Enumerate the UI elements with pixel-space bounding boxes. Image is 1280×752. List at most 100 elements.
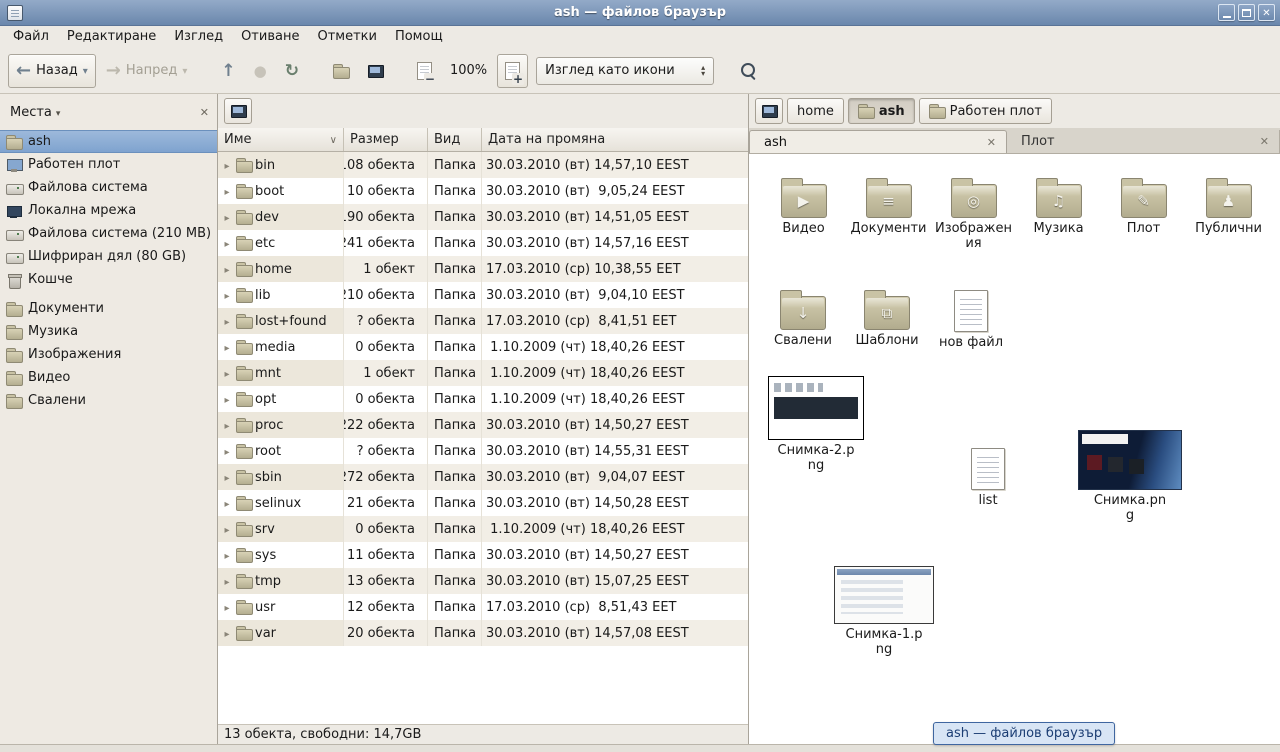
computer-button[interactable] xyxy=(359,54,391,88)
table-row[interactable]: media 0 обекта Папка 1.10.2009 (чт) 18,4… xyxy=(218,334,748,360)
up-button[interactable] xyxy=(213,54,243,88)
reload-button[interactable] xyxy=(277,54,307,88)
sidebar-place-item[interactable]: Видео xyxy=(0,366,217,389)
back-button[interactable]: Назад xyxy=(8,54,96,88)
table-row[interactable]: bin 108 обекта Папка 30.03.2010 (вт) 14,… xyxy=(218,152,748,178)
back-history-chevron-icon[interactable] xyxy=(83,63,88,78)
table-row[interactable]: mnt 1 обект Папка 1.10.2009 (чт) 18,40,2… xyxy=(218,360,748,386)
table-row[interactable]: home 1 обект Папка 17.03.2010 (ср) 10,38… xyxy=(218,256,748,282)
table-row[interactable]: srv 0 обекта Папка 1.10.2009 (чт) 18,40,… xyxy=(218,516,748,542)
file-item[interactable]: Музика xyxy=(1016,174,1101,252)
pane-root-button[interactable] xyxy=(755,98,783,124)
file-item[interactable]: Снимка.png xyxy=(1074,430,1186,524)
zoom-out-button[interactable] xyxy=(409,54,440,88)
menu-item[interactable]: Файл xyxy=(4,26,58,48)
sidebar-place-item[interactable]: Изображения xyxy=(0,343,217,366)
menu-item[interactable]: Редактиране xyxy=(58,26,165,48)
expander-icon[interactable] xyxy=(221,158,233,173)
pane-tab[interactable]: Плот xyxy=(1007,130,1280,153)
table-row[interactable]: selinux 21 обекта Папка 30.03.2010 (вт) … xyxy=(218,490,748,516)
column-header-size[interactable]: Размер xyxy=(344,128,428,151)
tab-close-button[interactable] xyxy=(1250,134,1269,149)
table-row[interactable]: var 20 обекта Папка 30.03.2010 (вт) 14,5… xyxy=(218,620,748,646)
sidebar-place-item[interactable]: Работен плот xyxy=(0,153,217,176)
file-item[interactable]: Изображения xyxy=(931,174,1016,252)
zoom-level[interactable]: 100% xyxy=(450,63,487,78)
expander-icon[interactable] xyxy=(221,340,233,355)
table-row[interactable]: sbin 272 обекта Папка 30.03.2010 (вт) 9,… xyxy=(218,464,748,490)
breadcrumb-button[interactable]: Работен плот xyxy=(919,98,1052,124)
menu-item[interactable]: Отиване xyxy=(232,26,308,48)
pane-root-button[interactable] xyxy=(224,98,252,124)
table-row[interactable]: opt 0 обекта Папка 1.10.2009 (чт) 18,40,… xyxy=(218,386,748,412)
sidebar-place-item[interactable]: Свалени xyxy=(0,389,217,412)
column-header-modified[interactable]: Дата на промяна xyxy=(482,128,748,151)
sidebar-place-item[interactable]: Музика xyxy=(0,320,217,343)
expander-icon[interactable] xyxy=(221,288,233,303)
table-row[interactable]: lib 210 обекта Папка 30.03.2010 (вт) 9,0… xyxy=(218,282,748,308)
table-row[interactable]: etc 241 обекта Папка 30.03.2010 (вт) 14,… xyxy=(218,230,748,256)
table-row[interactable]: sys 11 обекта Папка 30.03.2010 (вт) 14,5… xyxy=(218,542,748,568)
expander-icon[interactable] xyxy=(221,366,233,381)
search-button[interactable] xyxy=(732,54,765,88)
sidebar-place-item[interactable]: Шифриран дял (80 GB) xyxy=(0,245,217,268)
menu-item[interactable]: Отметки xyxy=(308,26,385,48)
zoom-in-button[interactable] xyxy=(497,54,528,88)
sidebar-place-item[interactable]: Файлова система (210 MB) xyxy=(0,222,217,245)
icon-view[interactable]: Видео Документи Изображения xyxy=(749,154,1280,744)
table-row[interactable]: usr 12 обекта Папка 17.03.2010 (ср) 8,51… xyxy=(218,594,748,620)
table-row[interactable]: dev 190 обекта Папка 30.03.2010 (вт) 14,… xyxy=(218,204,748,230)
file-item[interactable]: Снимка-1.png xyxy=(832,566,936,658)
titlebar[interactable]: ash — файлов браузър xyxy=(0,0,1280,26)
column-header-type[interactable]: Вид xyxy=(428,128,482,151)
file-item[interactable]: list xyxy=(956,444,1020,509)
expander-icon[interactable] xyxy=(221,210,233,225)
breadcrumb-button[interactable]: home xyxy=(787,98,844,124)
table-row[interactable]: proc 222 обекта Папка 30.03.2010 (вт) 14… xyxy=(218,412,748,438)
file-item[interactable]: нов файл xyxy=(929,286,1013,351)
expander-icon[interactable] xyxy=(221,392,233,407)
expander-icon[interactable] xyxy=(221,314,233,329)
tab-close-button[interactable] xyxy=(977,135,996,150)
expander-icon[interactable] xyxy=(221,600,233,615)
file-item[interactable]: Свалени xyxy=(761,286,845,351)
file-item[interactable]: Видео xyxy=(761,174,846,252)
expander-icon[interactable] xyxy=(221,418,233,433)
table-row[interactable]: boot 10 обекта Папка 30.03.2010 (вт) 9,0… xyxy=(218,178,748,204)
column-header-name[interactable]: Име xyxy=(218,128,344,151)
table-row[interactable]: tmp 13 обекта Папка 30.03.2010 (вт) 15,0… xyxy=(218,568,748,594)
menu-item[interactable]: Изглед xyxy=(165,26,232,48)
expander-icon[interactable] xyxy=(221,236,233,251)
sidebar-place-item[interactable]: Документи xyxy=(0,297,217,320)
forward-history-chevron-icon[interactable] xyxy=(182,63,187,78)
close-button[interactable] xyxy=(1258,4,1275,21)
places-chevron-icon[interactable] xyxy=(56,105,61,120)
sidebar-close-button[interactable] xyxy=(200,105,209,120)
expander-icon[interactable] xyxy=(221,470,233,485)
expander-icon[interactable] xyxy=(221,548,233,563)
forward-button[interactable]: Напред xyxy=(98,54,196,88)
expander-icon[interactable] xyxy=(221,522,233,537)
maximize-button[interactable] xyxy=(1238,4,1255,21)
file-item[interactable]: Снимка-2.png xyxy=(764,376,868,474)
expander-icon[interactable] xyxy=(221,444,233,459)
table-row[interactable]: lost+found ? обекта Папка 17.03.2010 (ср… xyxy=(218,308,748,334)
expander-icon[interactable] xyxy=(221,574,233,589)
file-item[interactable]: Плот xyxy=(1101,174,1186,252)
expander-icon[interactable] xyxy=(221,262,233,277)
home-button[interactable] xyxy=(325,54,357,88)
sidebar-place-item[interactable]: Локална мрежа xyxy=(0,199,217,222)
file-item[interactable]: Публични xyxy=(1186,174,1271,252)
menu-item[interactable]: Помощ xyxy=(386,26,452,48)
table-row[interactable]: root ? обекта Папка 30.03.2010 (вт) 14,5… xyxy=(218,438,748,464)
sidebar-place-item[interactable]: Файлова система xyxy=(0,176,217,199)
stop-button[interactable] xyxy=(246,54,275,88)
file-item[interactable]: Шаблони xyxy=(845,286,929,351)
taskbar-window-button[interactable]: ash — файлов браузър xyxy=(933,722,1115,745)
view-mode-select[interactable]: Изглед като икони xyxy=(536,57,714,85)
expander-icon[interactable] xyxy=(221,496,233,511)
minimize-button[interactable] xyxy=(1218,4,1235,21)
sidebar-place-item[interactable]: ash xyxy=(0,130,217,153)
breadcrumb-button[interactable]: ash xyxy=(848,98,915,124)
sidebar-place-item[interactable]: Кошче xyxy=(0,268,217,291)
